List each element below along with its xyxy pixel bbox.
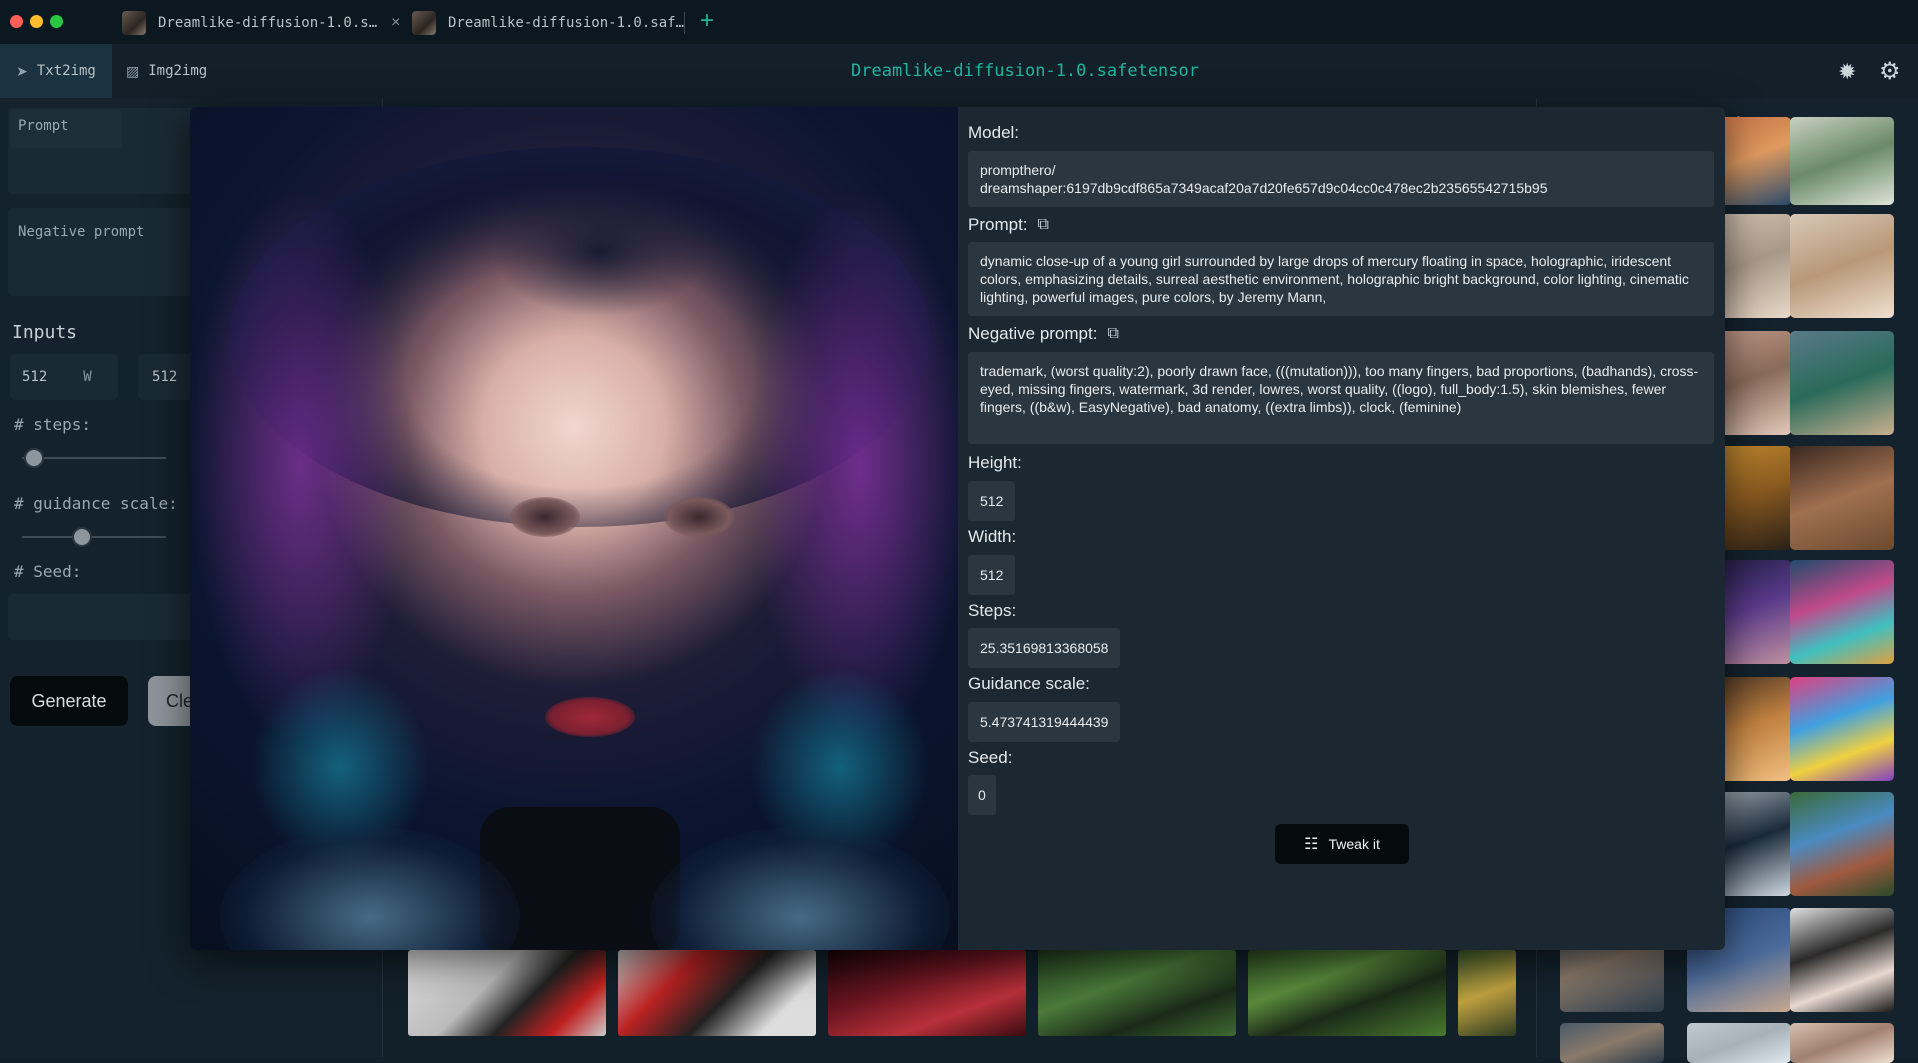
gallery-thumbnail[interactable] <box>1458 950 1516 1036</box>
browser-tab-2[interactable]: Dreamlike-diffusion-1.0.saf… <box>412 8 684 38</box>
height-detail-value: 512 <box>968 481 1016 521</box>
guidance-slider-track[interactable] <box>22 536 166 538</box>
width-unit: W <box>83 369 92 385</box>
history-thumbnail[interactable] <box>1790 677 1894 781</box>
negative-prompt-label: Negative prompt <box>18 224 145 240</box>
history-thumbnail[interactable] <box>1790 908 1894 1012</box>
sliders-icon: ☷ <box>1304 836 1319 853</box>
guidance-slider-thumb[interactable] <box>71 527 92 547</box>
gallery-thumbnail[interactable] <box>1038 950 1236 1036</box>
height-detail-label: Height: <box>968 453 1022 472</box>
height-value: 512 <box>152 369 178 385</box>
tab-title: Dreamlike-diffusion-1.0.saf… <box>448 15 685 31</box>
gallery-thumbnail[interactable] <box>408 950 606 1036</box>
generate-button[interactable]: Generate <box>10 676 128 726</box>
inputs-title: Inputs <box>12 322 78 343</box>
prompt-value: dynamic close-up of a young girl surroun… <box>968 242 1714 316</box>
model-label: Model: <box>968 123 1019 143</box>
width-input[interactable]: 512 W <box>10 354 118 400</box>
image-details-modal: Model: prompthero/ dreamshaper:6197db9cd… <box>190 107 1725 950</box>
seed-label: # Seed: <box>14 562 82 581</box>
width-detail-label: Width: <box>968 527 1017 546</box>
negative-prompt-value: trademark, (worst quality:2), poorly dra… <box>968 352 1714 444</box>
model-value: prompthero/ dreamshaper:6197db9cdf865a73… <box>968 151 1714 207</box>
history-thumbnail[interactable] <box>1790 1023 1894 1063</box>
close-icon[interactable]: × <box>391 14 400 32</box>
seed-detail-label: Seed: <box>968 748 1013 767</box>
guidance-detail-value: 5.473741319444439 <box>968 702 1121 742</box>
prompt-label-row: Prompt: ⧉ <box>968 215 1049 235</box>
tweak-it-label: Tweak it <box>1328 836 1380 852</box>
seed-detail-value: 0 <box>968 775 996 815</box>
history-thumbnail[interactable] <box>1790 117 1894 205</box>
gallery-thumbnail[interactable] <box>828 950 1026 1036</box>
prompt-label: Prompt <box>18 118 69 134</box>
tab-divider <box>684 12 685 34</box>
copy-icon[interactable]: ⧉ <box>1038 216 1049 234</box>
history-thumbnail[interactable] <box>1790 214 1894 318</box>
negative-prompt-label-row: Negative prompt: ⧉ <box>968 324 1119 344</box>
guidance-detail-label: Guidance scale: <box>968 674 1090 693</box>
width-value: 512 <box>22 369 48 385</box>
history-thumbnail[interactable] <box>1790 446 1894 550</box>
maximize-window-button[interactable] <box>50 15 63 28</box>
gallery-thumbnail[interactable] <box>618 950 816 1036</box>
tab-title: Dreamlike-diffusion-1.0.s… <box>158 15 378 31</box>
guidance-scale-label: # guidance scale: <box>14 494 178 513</box>
model-title: Dreamlike-diffusion-1.0.safetensor <box>851 61 1199 81</box>
width-detail-value: 512 <box>968 555 1016 595</box>
minimize-window-button[interactable] <box>30 15 43 28</box>
sun-icon[interactable]: ✹ <box>1838 59 1856 85</box>
new-tab-icon[interactable]: + <box>700 8 714 34</box>
model-label-text: Model: <box>968 123 1020 142</box>
history-thumbnail[interactable] <box>1790 792 1894 896</box>
window-titlebar: Dreamlike-diffusion-1.0.s… × Dreamlike-d… <box>0 0 1918 45</box>
negative-prompt-detail-label: Negative prompt: <box>968 324 1098 343</box>
steps-label: # steps: <box>14 415 92 434</box>
history-thumbnail[interactable] <box>1790 331 1894 435</box>
steps-detail-value: 25.35169813368058 <box>968 628 1121 668</box>
history-thumbnail[interactable] <box>1790 560 1894 664</box>
generated-image <box>190 107 958 950</box>
gallery-thumbnail[interactable] <box>1248 950 1446 1036</box>
history-thumbnail[interactable] <box>1560 1023 1664 1063</box>
tab-favicon <box>412 11 436 35</box>
history-thumbnail[interactable] <box>1687 1023 1791 1063</box>
copy-icon[interactable]: ⧉ <box>1107 325 1118 343</box>
browser-tab-1[interactable]: Dreamlike-diffusion-1.0.s… × <box>122 8 401 38</box>
tweak-it-button[interactable]: ☷ Tweak it <box>1275 824 1409 864</box>
tab-favicon <box>122 11 146 35</box>
steps-detail-label: Steps: <box>968 601 1017 620</box>
prompt-detail-label: Prompt: <box>968 215 1028 234</box>
gear-icon[interactable]: ⚙ <box>1879 57 1901 86</box>
close-window-button[interactable] <box>10 15 23 28</box>
steps-slider-thumb[interactable] <box>24 448 44 468</box>
